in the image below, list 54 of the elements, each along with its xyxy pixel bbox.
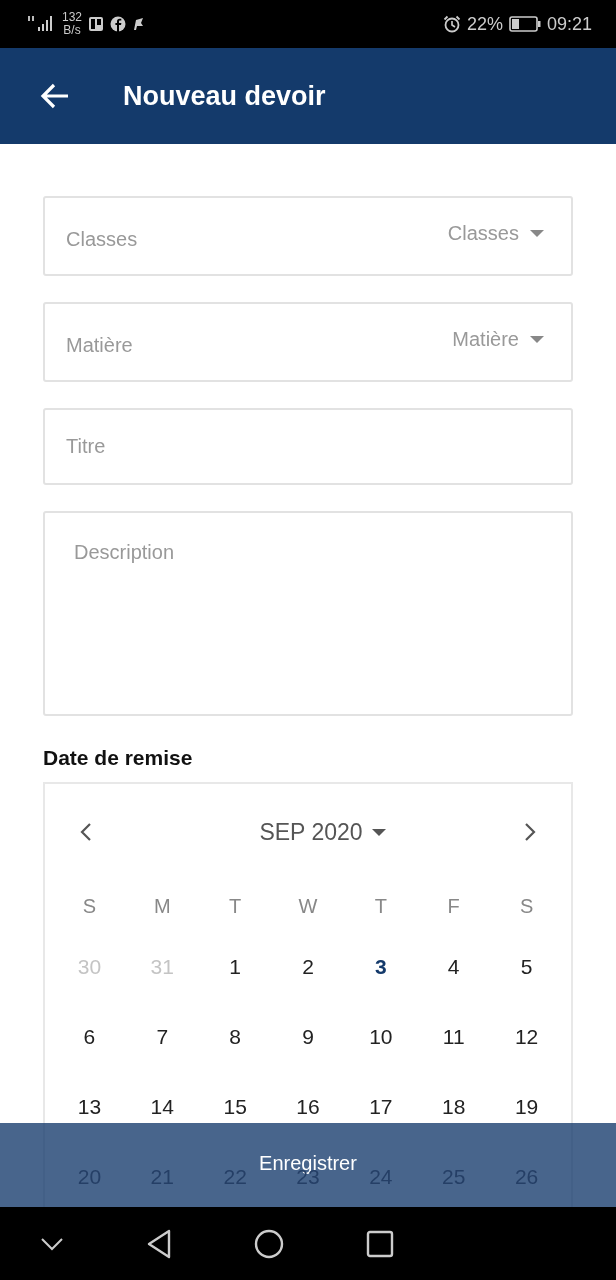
clock: 09:21	[546, 13, 592, 35]
month-selector[interactable]: SEP 2020	[259, 818, 387, 846]
back-button[interactable]	[40, 83, 70, 109]
alarm-icon	[442, 15, 461, 33]
previous-month-button[interactable]	[79, 822, 93, 842]
social-icon	[110, 16, 127, 32]
calendar-day[interactable]: 11	[442, 1025, 465, 1049]
calendar-day[interactable]: 3	[375, 955, 387, 979]
calendar-day[interactable]: 18	[442, 1095, 466, 1119]
select-value: Matière	[452, 327, 519, 351]
calendar-day[interactable]: 13	[77, 1095, 102, 1119]
weekday-label: W	[298, 894, 318, 918]
title-input[interactable]: Titre	[43, 408, 573, 485]
weekday-label: F	[447, 894, 460, 918]
caret-icon	[370, 827, 387, 837]
recents-icon[interactable]	[366, 1229, 394, 1258]
calendar-day[interactable]: 12	[514, 1025, 539, 1049]
flag-icon	[132, 17, 145, 31]
weekday-label: T	[374, 894, 387, 918]
screen-title: Nouveau devoir	[123, 80, 326, 112]
caret-icon	[529, 228, 545, 238]
chevron-down-icon[interactable]	[40, 1236, 64, 1251]
weekday-label: S	[82, 894, 97, 918]
calendar-day[interactable]: 6	[83, 1025, 96, 1049]
home-icon[interactable]	[254, 1228, 284, 1259]
calendar-day[interactable]: 17	[369, 1095, 393, 1119]
calendar-day[interactable]: 1	[229, 955, 241, 979]
calendar-day[interactable]: 10	[369, 1025, 393, 1049]
weekday-label: T	[229, 894, 242, 918]
battery-icon	[508, 16, 541, 32]
next-month-button[interactable]	[523, 822, 537, 842]
calendar-day[interactable]: 2	[302, 955, 314, 979]
select-value: Classes	[447, 221, 519, 245]
field-label: Classes	[66, 226, 138, 251]
calendar-day[interactable]: 14	[150, 1095, 174, 1119]
board-icon	[88, 16, 105, 32]
calendar-day[interactable]: 4	[447, 955, 460, 979]
network-speed: 132	[62, 11, 83, 24]
battery-percent: 22%	[466, 13, 503, 35]
field-label: Matière	[66, 332, 133, 357]
weekday-label: S	[519, 894, 534, 918]
section-label: Date de remise	[43, 746, 194, 770]
back-icon[interactable]	[146, 1228, 172, 1259]
calendar-day[interactable]: 15	[223, 1095, 247, 1119]
calendar-day[interactable]: 8	[229, 1025, 241, 1049]
calendar-day[interactable]: 9	[302, 1025, 314, 1049]
description-input[interactable]: Description	[43, 511, 573, 716]
network-speed-unit: B/s	[63, 24, 81, 37]
weekday-label: M	[153, 894, 171, 918]
calendar-day[interactable]: 16	[296, 1095, 320, 1119]
calendar-day[interactable]: 19	[514, 1095, 539, 1119]
calendar-day[interactable]: 5	[520, 955, 533, 979]
calendar-day[interactable]: 7	[156, 1025, 169, 1049]
caret-icon	[529, 334, 545, 344]
